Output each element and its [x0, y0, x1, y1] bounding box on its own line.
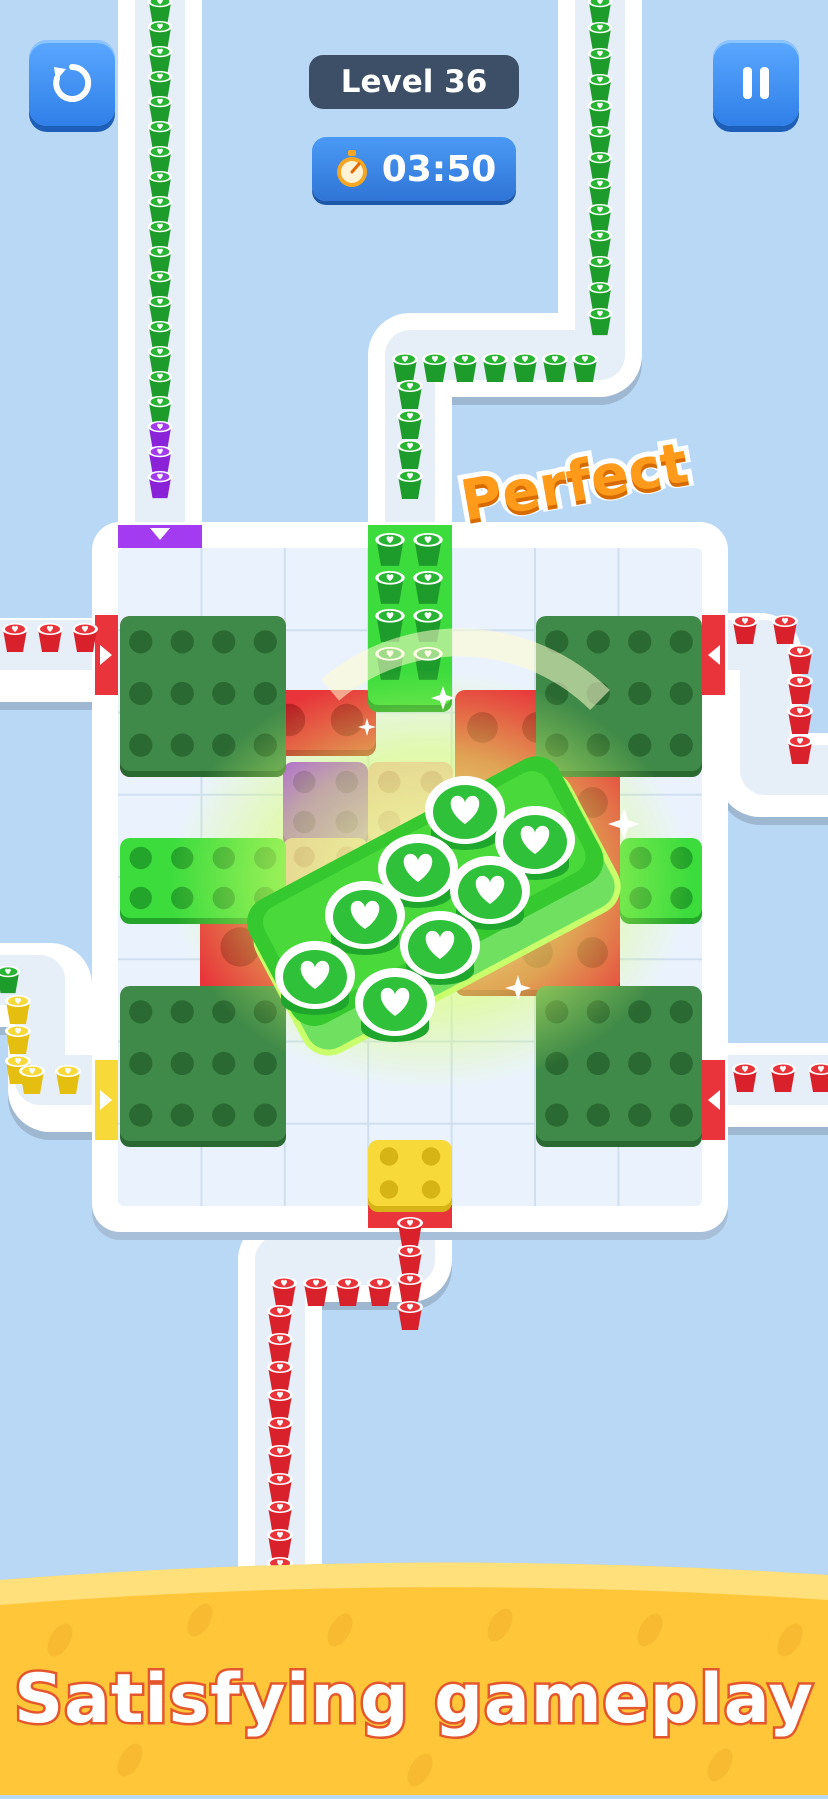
restart-icon: [53, 63, 92, 102]
pause-icon: [743, 67, 769, 99]
level-indicator: Level 36: [309, 55, 519, 109]
game-scene: [0, 0, 828, 1795]
stopwatch-icon: [336, 150, 367, 187]
timer-value: 03:50: [381, 148, 497, 190]
countdown-timer: 03:50: [312, 137, 516, 201]
heart-cup-icon: [397, 1301, 423, 1330]
heart-stud-icon: [355, 968, 435, 1042]
level-label: Level 36: [340, 64, 488, 100]
pause-button[interactable]: [713, 40, 799, 126]
brick-yellow-exit[interactable]: [368, 1140, 452, 1212]
game-board-canvas: [0, 0, 828, 1795]
heart-stud-icon: [325, 881, 405, 955]
promo-tagline: Satisfying gameplay: [12, 1658, 816, 1742]
restart-button[interactable]: [29, 40, 115, 126]
heart-stud-icon: [275, 941, 355, 1015]
